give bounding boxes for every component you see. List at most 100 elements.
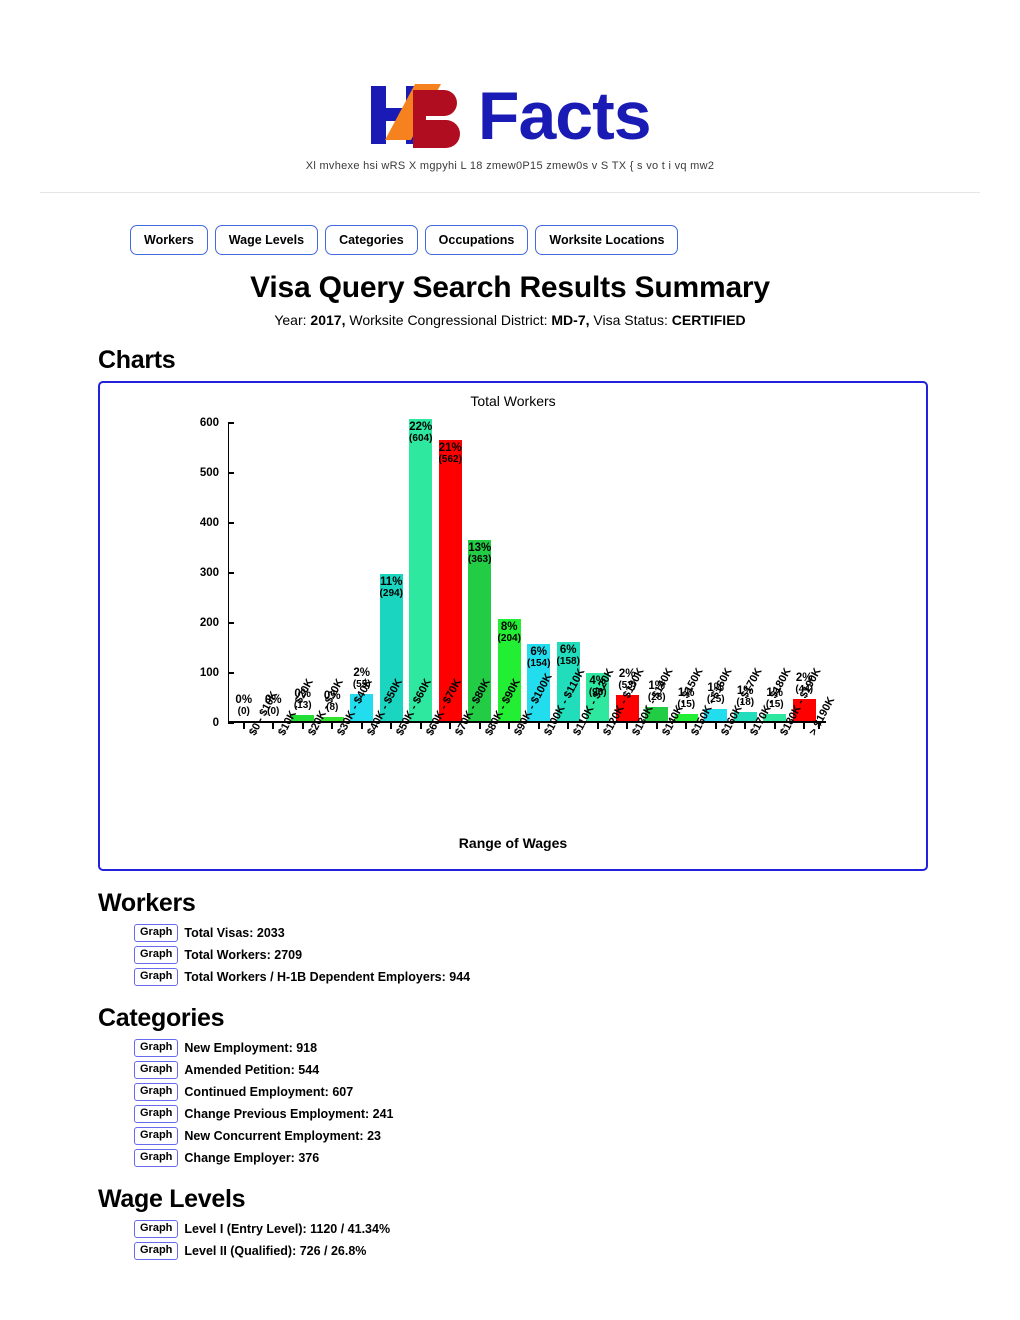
y-axis-tick: 500	[199, 467, 219, 479]
bar-value-label: 6% (158)	[557, 644, 580, 669]
categories-graph-button[interactable]: Graph	[134, 1039, 179, 1057]
y-axis-tick-mark	[228, 572, 234, 574]
y-axis-tick: 600	[199, 417, 219, 429]
bar-count: (604)	[409, 433, 433, 444]
wage-level-graph-button[interactable]: Graph	[134, 1220, 179, 1238]
y-axis-tick-mark	[228, 422, 234, 424]
workers-list: Graph Total Visas: 2033 Graph Total Workers…	[134, 924, 1020, 986]
bar-count: (204)	[497, 633, 521, 644]
workers-graph-button[interactable]: Graph	[134, 968, 179, 986]
header-divider	[40, 192, 980, 193]
x-axis-tick-mark	[331, 723, 334, 729]
bar-percent: 2%	[353, 666, 371, 679]
site-header: Facts Xl mvhexe hsi wRS X mgpyhi L 18 zm…	[0, 0, 1020, 193]
section-nav: Workers Wage Levels Categories Occupations W…	[0, 225, 1020, 255]
categories-label: Change Previous Employment: 241	[184, 1107, 394, 1121]
status-value: CERTIFIED	[671, 312, 746, 328]
workers-label: Total Workers: 2709	[184, 948, 303, 962]
heading-wage-levels: Wage Levels	[98, 1185, 246, 1213]
nav-worksite-locations[interactable]: Worksite Locations	[535, 225, 679, 255]
district-value: MD-7,	[551, 312, 590, 328]
bar-slot: 11% (294)	[380, 421, 403, 721]
list-item: Graph Total Visas: 2033	[134, 924, 1020, 942]
categories-label: New Concurrent Employment: 23	[184, 1129, 381, 1143]
heading-categories: Categories	[98, 1004, 225, 1032]
bar-slot: 13% (363)	[468, 421, 491, 721]
y-axis-tick: 100	[199, 667, 219, 679]
workers-label: Total Workers / H-1B Dependent Employers…	[184, 970, 471, 984]
list-item: Graph Level I (Entry Level): 1120 / 41.34…	[134, 1220, 1020, 1238]
y-axis-tick-mark	[228, 472, 234, 474]
bar-count: (363)	[468, 553, 492, 565]
workers-label: Total Visas: 2033	[184, 926, 285, 940]
list-item: Graph Continued Employment: 607	[134, 1083, 1020, 1101]
bar-percent: 22%	[409, 421, 433, 433]
workers-graph-button[interactable]: Graph	[134, 924, 179, 942]
bar-value-label: 0% (0)	[235, 694, 252, 719]
x-axis-tick-mark	[508, 723, 511, 729]
x-axis-tick-mark	[301, 723, 304, 729]
bar-slot: 2% (55)	[350, 421, 374, 721]
bar-percent: 6%	[559, 644, 577, 656]
bar-count: (0)	[237, 706, 250, 717]
categories-list: Graph New Employment: 918 Graph Amended Pet…	[134, 1039, 1020, 1167]
bar-slot: 0% (8)	[320, 421, 344, 721]
y-axis-tick-mark	[228, 722, 234, 724]
x-axis-tick-mark	[272, 723, 275, 729]
categories-label: Change Employer: 376	[184, 1151, 320, 1165]
list-item: Graph Total Workers / H-1B Dependent Empl…	[134, 968, 1020, 986]
x-axis-tick-mark	[390, 723, 393, 729]
wage-level-graph-button[interactable]: Graph	[134, 1242, 179, 1260]
nav-wage-levels[interactable]: Wage Levels	[214, 225, 319, 255]
categories-graph-button[interactable]: Graph	[134, 1105, 179, 1123]
bar-slot: 8% (204)	[498, 421, 521, 721]
chart-title: Total Workers	[470, 393, 556, 409]
logo-wordmark: Facts	[477, 78, 652, 154]
site-logo: Facts	[369, 78, 652, 154]
categories-graph-button[interactable]: Graph	[134, 1083, 179, 1101]
x-axis-tick-mark	[744, 723, 747, 729]
bar-count: (154)	[527, 658, 551, 669]
nav-categories[interactable]: Categories	[325, 225, 418, 255]
x-axis-tick-mark	[360, 723, 363, 729]
list-item: Graph Level II (Qualified): 726 / 26.8%	[134, 1242, 1020, 1260]
bar-value-label: 6% (154)	[527, 646, 550, 671]
bar-percent: 11%	[380, 576, 403, 588]
list-item: Graph New Employment: 918	[134, 1039, 1020, 1057]
bar-chart-plot: 0% (0) 0% (0) 0% (13) 0% (8) 2% (55) 11% (294) 22% (6…	[200, 417, 838, 738]
bar-percent: 8%	[500, 621, 518, 633]
site-tagline: Xl mvhexe hsi wRS X mgpyhi L 18 zmew0P15…	[305, 160, 715, 172]
bar-slot: 22% (604)	[409, 419, 433, 721]
categories-graph-button[interactable]: Graph	[134, 1149, 179, 1167]
categories-label: Amended Petition: 544	[184, 1063, 320, 1077]
workers-graph-button[interactable]: Graph	[134, 946, 179, 964]
page-root: Facts Xl mvhexe hsi wRS X mgpyhi L 18 zm…	[0, 0, 1020, 1320]
categories-graph-button[interactable]: Graph	[134, 1061, 179, 1079]
list-item: Graph New Concurrent Employment: 23	[134, 1127, 1020, 1145]
y-axis-tick: 400	[199, 517, 219, 529]
wage-levels-list: Graph Level I (Entry Level): 1120 / 41.34…	[134, 1220, 1020, 1260]
bar-percent: 6%	[530, 646, 548, 658]
nav-workers[interactable]: Workers	[130, 225, 208, 255]
h1b-logo-icon	[369, 78, 477, 154]
year-label: Year:	[274, 312, 307, 328]
x-axis-tick-mark	[449, 723, 452, 729]
categories-label: Continued Employment: 607	[184, 1085, 354, 1099]
chart-panel: Total Workers 0% (0) 0% (0) 0% (13) 0% (8) 2% (55…	[98, 381, 928, 871]
heading-workers: Workers	[98, 889, 196, 917]
y-axis-tick: 0	[212, 717, 219, 729]
categories-graph-button[interactable]: Graph	[134, 1127, 179, 1145]
x-axis-tick-mark	[478, 723, 481, 729]
bar-value-label: 11% (294)	[380, 576, 403, 601]
status-label: Visa Status:	[593, 312, 668, 328]
bar-slot: 0% (0)	[232, 421, 255, 721]
bar-slot: 0% (0)	[262, 421, 285, 721]
x-axis-tick-mark	[537, 723, 540, 729]
bar[interactable]	[409, 419, 433, 721]
nav-occupations[interactable]: Occupations	[424, 225, 529, 255]
x-axis-tick-mark	[655, 723, 658, 729]
query-summary: Year: 2017, Worksite Congressional Distr…	[0, 312, 1020, 328]
x-axis-tick-mark	[626, 723, 629, 729]
x-axis-tick-mark	[567, 723, 570, 729]
list-item: Graph Total Workers: 2709	[134, 946, 1020, 964]
